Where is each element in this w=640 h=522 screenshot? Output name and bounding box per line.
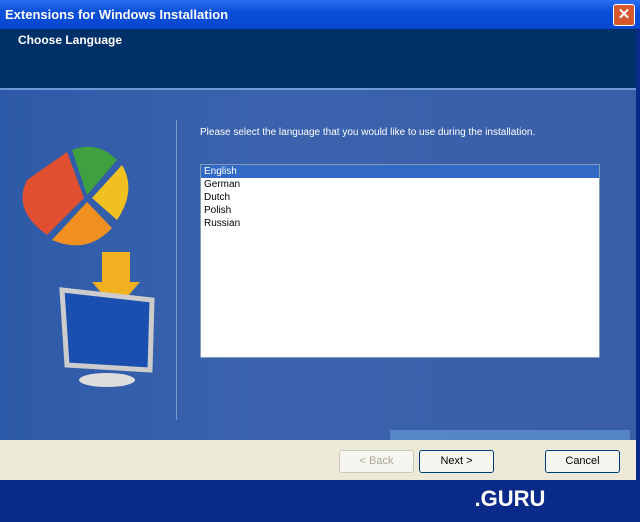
back-button[interactable]: < Back	[339, 450, 414, 473]
language-option[interactable]: Russian	[201, 217, 599, 230]
main-panel: Please select the language that you woul…	[0, 88, 636, 440]
windows-install-logo-icon	[22, 146, 155, 387]
language-option[interactable]: Dutch	[201, 191, 599, 204]
title-bar: Extensions for Windows Installation ✕	[0, 0, 640, 29]
page-title: Choose Language	[18, 33, 123, 47]
language-option[interactable]: German	[201, 178, 599, 191]
button-bar: < Back Next > Cancel	[0, 440, 636, 480]
cancel-button[interactable]: Cancel	[545, 450, 620, 473]
divider	[176, 120, 177, 420]
close-button[interactable]: ✕	[613, 4, 635, 26]
prompt-text: Please select the language that you woul…	[200, 127, 536, 138]
next-button[interactable]: Next >	[419, 450, 494, 473]
language-option[interactable]: Polish	[201, 204, 599, 217]
language-listbox[interactable]: English German Dutch Polish Russian	[200, 164, 600, 358]
language-option[interactable]: English	[201, 165, 599, 178]
header-panel: Choose Language	[0, 29, 636, 88]
window-title: Extensions for Windows Installation	[5, 7, 229, 22]
